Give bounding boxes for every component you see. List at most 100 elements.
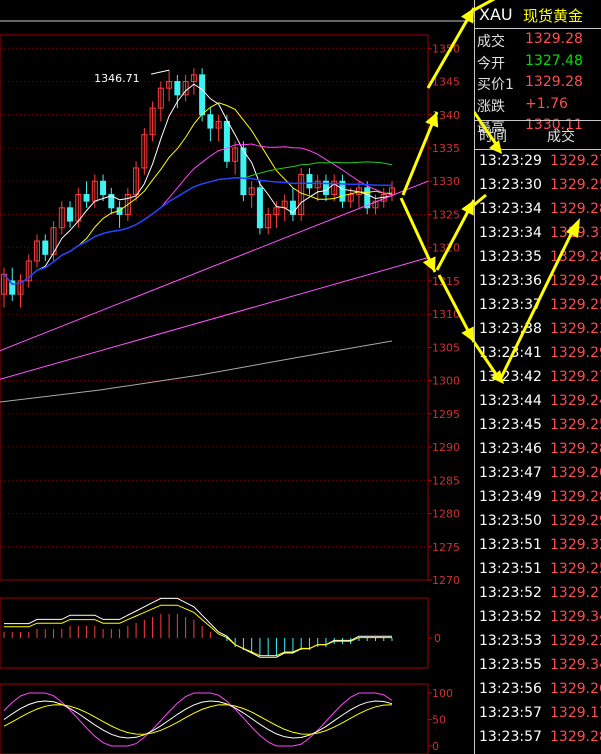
trade-price: 1329.27 — [550, 585, 601, 601]
trade-price: 1329.34 — [550, 609, 601, 625]
trade-price: 1329.28 — [550, 201, 601, 217]
trade-time: 13:23:34 — [479, 225, 542, 241]
trade-time: 13:23:44 — [479, 393, 542, 409]
macd-dif-line — [4, 597, 392, 658]
trade-row[interactable]: 13:23:42 1329.27 — [475, 366, 601, 390]
trade-price: 1329.28 — [550, 729, 601, 745]
trade-row[interactable]: 13:23:38 1329.23 — [475, 318, 601, 342]
trade-price: 1329.28 — [550, 489, 601, 505]
trade-time: 13:23:29 — [479, 153, 542, 169]
trade-row[interactable]: 13:23:36 1329.29 — [475, 270, 601, 294]
candle-body — [199, 74, 206, 116]
trade-price: 1329.29 — [550, 513, 601, 529]
trade-price: 1329.17 — [550, 705, 601, 721]
candle-body — [67, 207, 74, 222]
kdj-tick-label: 0 — [432, 740, 439, 753]
quote-value: 1329.28 — [525, 31, 583, 47]
trade-time: 13:23:34 — [479, 201, 542, 217]
kdj-tick-label: 50 — [432, 714, 446, 727]
trade-row[interactable]: 13:23:46 1329.28 — [475, 438, 601, 462]
price-tick-label: 1270 — [432, 574, 460, 587]
trade-row[interactable]: 13:23:29 1329.27 — [475, 150, 601, 174]
trade-row[interactable]: 13:23:44 1329.24 — [475, 390, 601, 414]
trade-price: 1329.25 — [550, 297, 601, 313]
price-tick-label: 1350 — [432, 42, 460, 55]
trade-price: 1329.29 — [550, 273, 601, 289]
trade-row[interactable]: 13:23:55 1329.34 — [475, 654, 601, 678]
trade-time: 13:23:35 — [479, 249, 542, 265]
trade-price: 1329.31 — [550, 225, 601, 241]
candle-body — [100, 180, 107, 196]
main-pane-border — [0, 34, 429, 581]
price-tick-label: 1295 — [432, 408, 460, 421]
price-tick-label: 1305 — [432, 341, 460, 354]
trade-time: 13:23:57 — [479, 729, 542, 745]
trade-row[interactable]: 13:23:53 1329.22 — [475, 630, 601, 654]
trade-time: 13:23:38 — [479, 321, 542, 337]
trade-row[interactable]: 13:23:47 1329.20 — [475, 462, 601, 486]
quote-value: +1.76 — [525, 95, 568, 112]
kdj-pane-border — [0, 683, 429, 754]
trade-price: 1329.29 — [550, 345, 601, 361]
trade-price: 1329.23 — [550, 321, 601, 337]
trade-time: 13:23:49 — [479, 489, 542, 505]
price-tick-label: 1285 — [432, 474, 460, 487]
kline-chart[interactable]: 1350134513401335133013251320131513101305… — [0, 0, 474, 754]
quote-panel: XAU 现货黄金 成交 1329.28 今开 1327.48 买价1 1329.28 涨跌 +… — [474, 0, 601, 754]
trade-row[interactable]: 13:23:41 1329.29 — [475, 342, 601, 366]
symbol-code: XAU — [479, 5, 513, 24]
trade-time: 13:23:51 — [479, 561, 542, 577]
trade-row[interactable]: 13:23:50 1329.29 — [475, 510, 601, 534]
chart-area[interactable]: 1350 1345 1340 1335 1330 1325 1320 1315 1310 1305… — [0, 0, 474, 754]
price-tick-label: 1290 — [432, 441, 460, 454]
kdj-k-line — [3, 700, 393, 739]
quote-row: 今开 1327.48 — [475, 51, 601, 73]
trade-row[interactable]: 13:23:57 1329.28 — [475, 726, 601, 750]
trade-row[interactable]: 13:23:30 1329.25 — [475, 174, 601, 198]
trade-row[interactable]: 13:23:49 1329.28 — [475, 486, 601, 510]
trade-price: 1329.25 — [550, 417, 601, 433]
quote-label: 今开 — [477, 55, 505, 72]
peak-marker-line — [150, 69, 170, 75]
trade-row[interactable]: 13:23:45 1329.25 — [475, 414, 601, 438]
trades-header-price: 成交 — [547, 129, 575, 145]
ma-long-line — [0, 340, 393, 403]
trades-header-time: 时间 — [479, 129, 507, 145]
quote-row: 涨跌 +1.76 — [475, 94, 601, 116]
trade-row[interactable]: 13:23:56 1329.26 — [475, 678, 601, 702]
trade-time: 13:23:51 — [479, 537, 542, 553]
trade-row[interactable]: 13:23:52 1329.34 — [475, 606, 601, 630]
quote-value: 1327.48 — [525, 52, 583, 69]
candle-body — [207, 114, 214, 129]
trade-row[interactable]: 13:23:51 1329.25 — [475, 558, 601, 582]
candle-body — [223, 120, 230, 162]
price-tick-label: 1345 — [432, 76, 460, 89]
candle-body — [83, 194, 90, 202]
macd-tick-label: 0 — [434, 632, 441, 645]
trade-row[interactable]: 13:23:34 1329.28 — [475, 198, 601, 222]
macd-pane-border — [0, 597, 429, 669]
trade-time: 13:23:53 — [479, 633, 542, 649]
candle-body — [240, 147, 247, 196]
price-tick-label: 1280 — [432, 508, 460, 521]
trade-row[interactable]: 13:23:37 1329.25 — [475, 294, 601, 318]
trades-list[interactable]: 13:23:291329.2713:23:301329.2513:23:3413… — [475, 150, 601, 750]
trade-price: 1329.20 — [550, 465, 601, 481]
quote-label: 买价1 — [477, 77, 514, 93]
trade-time: 13:23:30 — [479, 177, 542, 193]
trade-price: 1329.24 — [550, 393, 601, 409]
trade-price: 1329.27 — [550, 153, 601, 169]
trade-row[interactable]: 13:23:35 1329.28 — [475, 246, 601, 270]
price-tick-label: 1335 — [432, 142, 460, 155]
trade-time: 13:23:50 — [479, 513, 542, 529]
candle-body — [256, 187, 263, 229]
trade-row[interactable]: 13:23:34 1329.31 — [475, 222, 601, 246]
trade-price: 1329.28 — [550, 441, 601, 457]
quote-title: XAU 现货黄金 — [475, 0, 601, 29]
trade-row[interactable]: 13:23:57 1329.17 — [475, 702, 601, 726]
trade-price: 1329.34 — [550, 657, 601, 673]
quote-label: 涨跌 — [477, 98, 505, 115]
trade-time: 13:23:52 — [479, 585, 542, 601]
trade-row[interactable]: 13:23:52 1329.27 — [475, 582, 601, 606]
trade-row[interactable]: 13:23:51 1329.32 — [475, 534, 601, 558]
